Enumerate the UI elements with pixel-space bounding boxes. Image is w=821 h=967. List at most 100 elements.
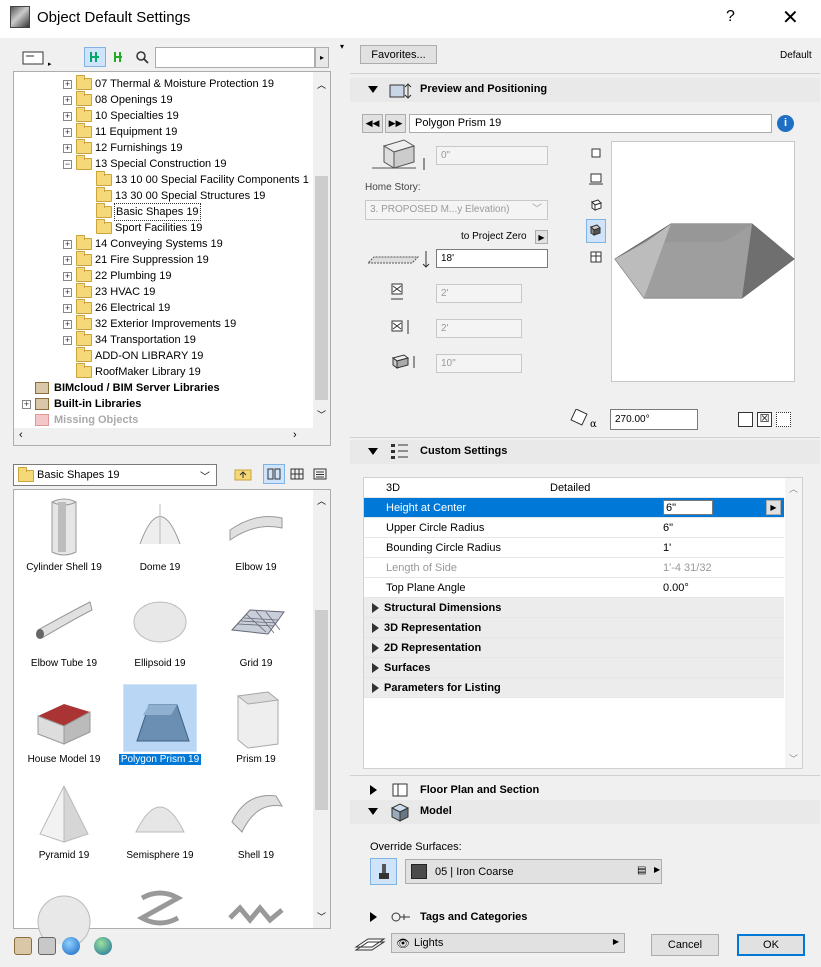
info-icon[interactable]: i bbox=[777, 115, 794, 132]
elevation-view-icon[interactable] bbox=[588, 250, 604, 264]
tree-item[interactable]: Sport Facilities 19 bbox=[83, 219, 202, 236]
expand-icon[interactable]: + bbox=[63, 239, 72, 249]
previous-object-button[interactable]: ◀◀ bbox=[362, 114, 383, 133]
parameter-row[interactable]: Length of Side 1'-4 31/32 bbox=[364, 558, 784, 578]
tree-item[interactable]: RoofMaker Library 19 bbox=[63, 363, 201, 380]
parent-folder-icon[interactable] bbox=[232, 464, 254, 484]
scroll-up-icon[interactable]: ︿ bbox=[317, 494, 326, 507]
gallery-item[interactable]: Pyramid 19 bbox=[16, 780, 112, 872]
scroll-up-icon[interactable]: ︿ bbox=[789, 482, 798, 495]
parameter-row[interactable]: Upper Circle Radius 6" bbox=[364, 518, 784, 538]
tree-item[interactable]: +34 Transportation 19 bbox=[63, 331, 196, 348]
list-view-icon[interactable] bbox=[309, 464, 331, 484]
elevation-field[interactable]: 0" bbox=[436, 146, 548, 165]
gallery-item[interactable] bbox=[112, 876, 208, 967]
help-button[interactable]: ? bbox=[726, 8, 735, 26]
library-manager-icon[interactable] bbox=[14, 937, 32, 955]
tree-item[interactable]: ADD-ON LIBRARY 19 bbox=[63, 347, 203, 364]
expand-icon[interactable]: + bbox=[63, 127, 72, 137]
panel-collapse-icon[interactable]: ▾ bbox=[340, 42, 344, 51]
gallery-item[interactable]: Dome 19 bbox=[112, 492, 208, 584]
tree-item[interactable]: +26 Electrical 19 bbox=[63, 299, 170, 316]
parameter-group[interactable]: Surfaces bbox=[364, 658, 784, 678]
small-icons-view-icon[interactable] bbox=[286, 464, 308, 484]
next-object-button[interactable]: ▶▶ bbox=[385, 114, 406, 133]
mirror-x-icon[interactable]: ☒ bbox=[757, 412, 772, 427]
scroll-up-icon[interactable]: ︿ bbox=[317, 78, 326, 91]
close-button[interactable]: ✕ bbox=[782, 5, 799, 30]
parameter-row[interactable]: Top Plane Angle 0.00° bbox=[364, 578, 784, 598]
gallery-vertical-scrollbar[interactable]: ︿ ﹀ bbox=[313, 490, 330, 928]
cancel-button[interactable]: Cancel bbox=[651, 934, 719, 956]
parameter-row[interactable]: Bounding Circle Radius 1' bbox=[364, 538, 784, 558]
gallery-item[interactable]: Elbow Tube 19 bbox=[16, 588, 112, 680]
section-view-icon[interactable] bbox=[588, 172, 604, 186]
home-story-select[interactable]: 3. PROPOSED M...y Elevation) ﹀ bbox=[365, 200, 548, 220]
tree-item[interactable]: 13 10 00 Special Facility Components 1 bbox=[83, 171, 309, 188]
rotation-angle-field[interactable]: 270.00° bbox=[610, 409, 698, 430]
expand-icon[interactable]: + bbox=[63, 143, 72, 153]
parameter-row[interactable]: Height at Center 6" ▶ bbox=[364, 498, 784, 518]
folder-combo[interactable]: Basic Shapes 19 ﹀ bbox=[13, 464, 217, 486]
expand-icon[interactable]: + bbox=[63, 335, 72, 345]
door-filter-icon[interactable] bbox=[108, 47, 130, 67]
parameter-group[interactable]: 3D Representation bbox=[364, 618, 784, 638]
tree-item[interactable]: +11 Equipment 19 bbox=[63, 123, 177, 140]
tree-vertical-scrollbar[interactable]: ︿ ﹀ bbox=[313, 72, 330, 428]
gallery-item[interactable]: Elbow 19 bbox=[208, 492, 304, 584]
gallery-item[interactable]: Semisphere 19 bbox=[112, 780, 208, 872]
search-arrow-icon[interactable]: ▸ bbox=[315, 47, 329, 68]
ok-button[interactable]: OK bbox=[737, 934, 805, 956]
width-field[interactable]: 2' bbox=[436, 284, 522, 303]
surface-select[interactable]: 05 | Iron Coarse ▤ ▶ bbox=[405, 859, 662, 884]
tree-horizontal-scrollbar[interactable]: ‹ › bbox=[14, 428, 330, 445]
scroll-down-icon[interactable]: ﹀ bbox=[789, 752, 798, 765]
tree-item[interactable]: +22 Plumbing 19 bbox=[63, 267, 171, 284]
parameter-value-input[interactable]: 6" bbox=[663, 500, 713, 515]
scroll-down-icon[interactable]: ﹀ bbox=[317, 408, 326, 421]
scroll-thumb[interactable] bbox=[315, 610, 328, 810]
gallery-item[interactable]: House Model 19 bbox=[16, 684, 112, 776]
view-mode-icon[interactable] bbox=[20, 48, 46, 68]
globe-icon[interactable] bbox=[62, 937, 80, 955]
tree-item[interactable]: +12 Furnishings 19 bbox=[63, 139, 182, 156]
tree-item[interactable]: +07 Thermal & Moisture Protection 19 bbox=[63, 75, 274, 92]
height-field[interactable]: 18' bbox=[436, 249, 548, 268]
layer-select[interactable]: 👁 Lights ▶ bbox=[391, 933, 625, 953]
large-icons-view-icon[interactable] bbox=[263, 464, 285, 484]
mirror-none-icon[interactable] bbox=[738, 412, 753, 427]
expand-icon[interactable]: + bbox=[63, 111, 72, 121]
expand-icon[interactable]: + bbox=[63, 255, 72, 265]
bimcomponents-icon[interactable] bbox=[94, 937, 112, 955]
override-surfaces-toggle[interactable] bbox=[370, 858, 397, 885]
expand-icon[interactable]: + bbox=[22, 399, 31, 409]
parameter-group[interactable]: 2D Representation bbox=[364, 638, 784, 658]
parameter-group[interactable]: Parameters for Listing bbox=[364, 678, 784, 698]
search-icon[interactable] bbox=[131, 47, 153, 67]
gallery-item[interactable]: Grid 19 bbox=[208, 588, 304, 680]
tree-item[interactable]: Basic Shapes 19 bbox=[83, 203, 201, 221]
expand-icon[interactable]: + bbox=[63, 271, 72, 281]
wireframe-3d-icon[interactable] bbox=[588, 198, 604, 212]
scroll-right-icon[interactable]: › bbox=[293, 429, 297, 441]
tree-item[interactable]: +23 HVAC 19 bbox=[63, 283, 155, 300]
tree-item[interactable]: − 13 Special Construction 19 bbox=[63, 155, 226, 172]
scroll-left-icon[interactable]: ‹ bbox=[19, 429, 23, 441]
gallery-item[interactable]: Shell 19 bbox=[208, 780, 304, 872]
parameter-group[interactable]: Structural Dimensions bbox=[364, 598, 784, 618]
gallery-item[interactable]: Cylinder Shell 19 bbox=[16, 492, 112, 584]
tree-root-item[interactable]: BIMcloud / BIM Server Libraries bbox=[22, 380, 220, 396]
favorites-button[interactable]: Favorites... bbox=[360, 45, 437, 64]
model-section-header[interactable]: Model bbox=[350, 800, 820, 824]
mirror-y-icon[interactable] bbox=[776, 412, 791, 427]
search-input[interactable] bbox=[155, 47, 315, 68]
floor-plan-section-header[interactable]: Floor Plan and Section bbox=[350, 780, 820, 800]
tree-item[interactable]: +14 Conveying Systems 19 bbox=[63, 235, 223, 252]
load-library-icon[interactable] bbox=[38, 937, 56, 955]
expand-icon[interactable]: + bbox=[63, 303, 72, 313]
gallery-item[interactable]: Prism 19 bbox=[208, 684, 304, 776]
tree-item[interactable]: +32 Exterior Improvements 19 bbox=[63, 315, 236, 332]
expand-icon[interactable]: + bbox=[63, 287, 72, 297]
tree-root-item[interactable]: Missing Objects bbox=[22, 412, 138, 428]
tree-item[interactable]: +08 Openings 19 bbox=[63, 91, 173, 108]
